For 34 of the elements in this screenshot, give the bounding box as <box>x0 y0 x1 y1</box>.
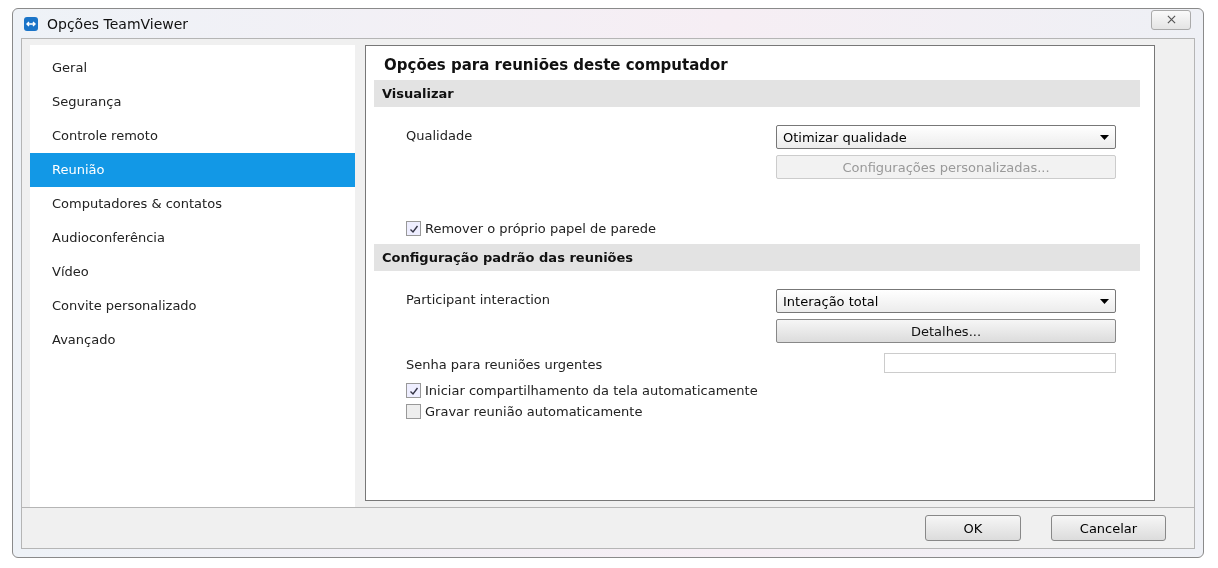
checkbox-label: Gravar reunião automaticamente <box>425 404 643 420</box>
section-header: Visualizar <box>374 80 1140 108</box>
field-label: Senha para reuniões urgentes <box>406 356 603 373</box>
close-icon <box>1166 15 1176 25</box>
sidebar-item[interactable]: Avançado <box>30 323 355 358</box>
settings-button[interactable]: Detalhes... <box>776 319 1116 344</box>
sidebar-item[interactable]: Controle remoto <box>30 119 355 154</box>
section-header: Configuração padrão das reuniões <box>374 244 1140 272</box>
window-title: Opções TeamViewer <box>47 15 190 32</box>
checkbox[interactable] <box>406 383 421 399</box>
caret-icon <box>1100 134 1109 140</box>
sidebar-item[interactable]: Geral <box>30 51 355 86</box>
dropdown[interactable]: Interação total <box>776 289 1116 314</box>
field-label: Participant interaction <box>406 291 551 310</box>
checkbox[interactable] <box>406 221 421 237</box>
dropdown[interactable]: Otimizar qualidade <box>776 125 1116 150</box>
sidebar-item[interactable]: Computadores & contatos <box>30 187 355 222</box>
sidebar-item[interactable]: Vídeo <box>30 255 355 290</box>
checkbox[interactable] <box>406 404 421 420</box>
cancel-button[interactable]: Cancelar <box>1051 515 1166 542</box>
sidebar-item[interactable]: Audioconferência <box>30 221 355 256</box>
checkmark-icon <box>408 223 419 234</box>
panel-title: Opções para reuniões deste computador <box>383 55 729 77</box>
ok-button[interactable]: OK <box>925 515 1021 542</box>
app-icon <box>23 15 39 32</box>
caret-icon <box>1100 298 1109 304</box>
close-button[interactable] <box>1151 9 1191 30</box>
checkbox-label: Remover o próprio papel de parede <box>425 221 656 237</box>
sidebar-item[interactable]: Convite personalizado <box>30 289 355 324</box>
field-label: Qualidade <box>406 127 473 146</box>
sidebar-item[interactable]: Segurança <box>30 85 355 120</box>
password-field[interactable] <box>884 353 1116 374</box>
checkbox-label: Iniciar compartilhamento da tela automaticamente <box>425 383 758 399</box>
checkmark-icon <box>408 385 419 396</box>
